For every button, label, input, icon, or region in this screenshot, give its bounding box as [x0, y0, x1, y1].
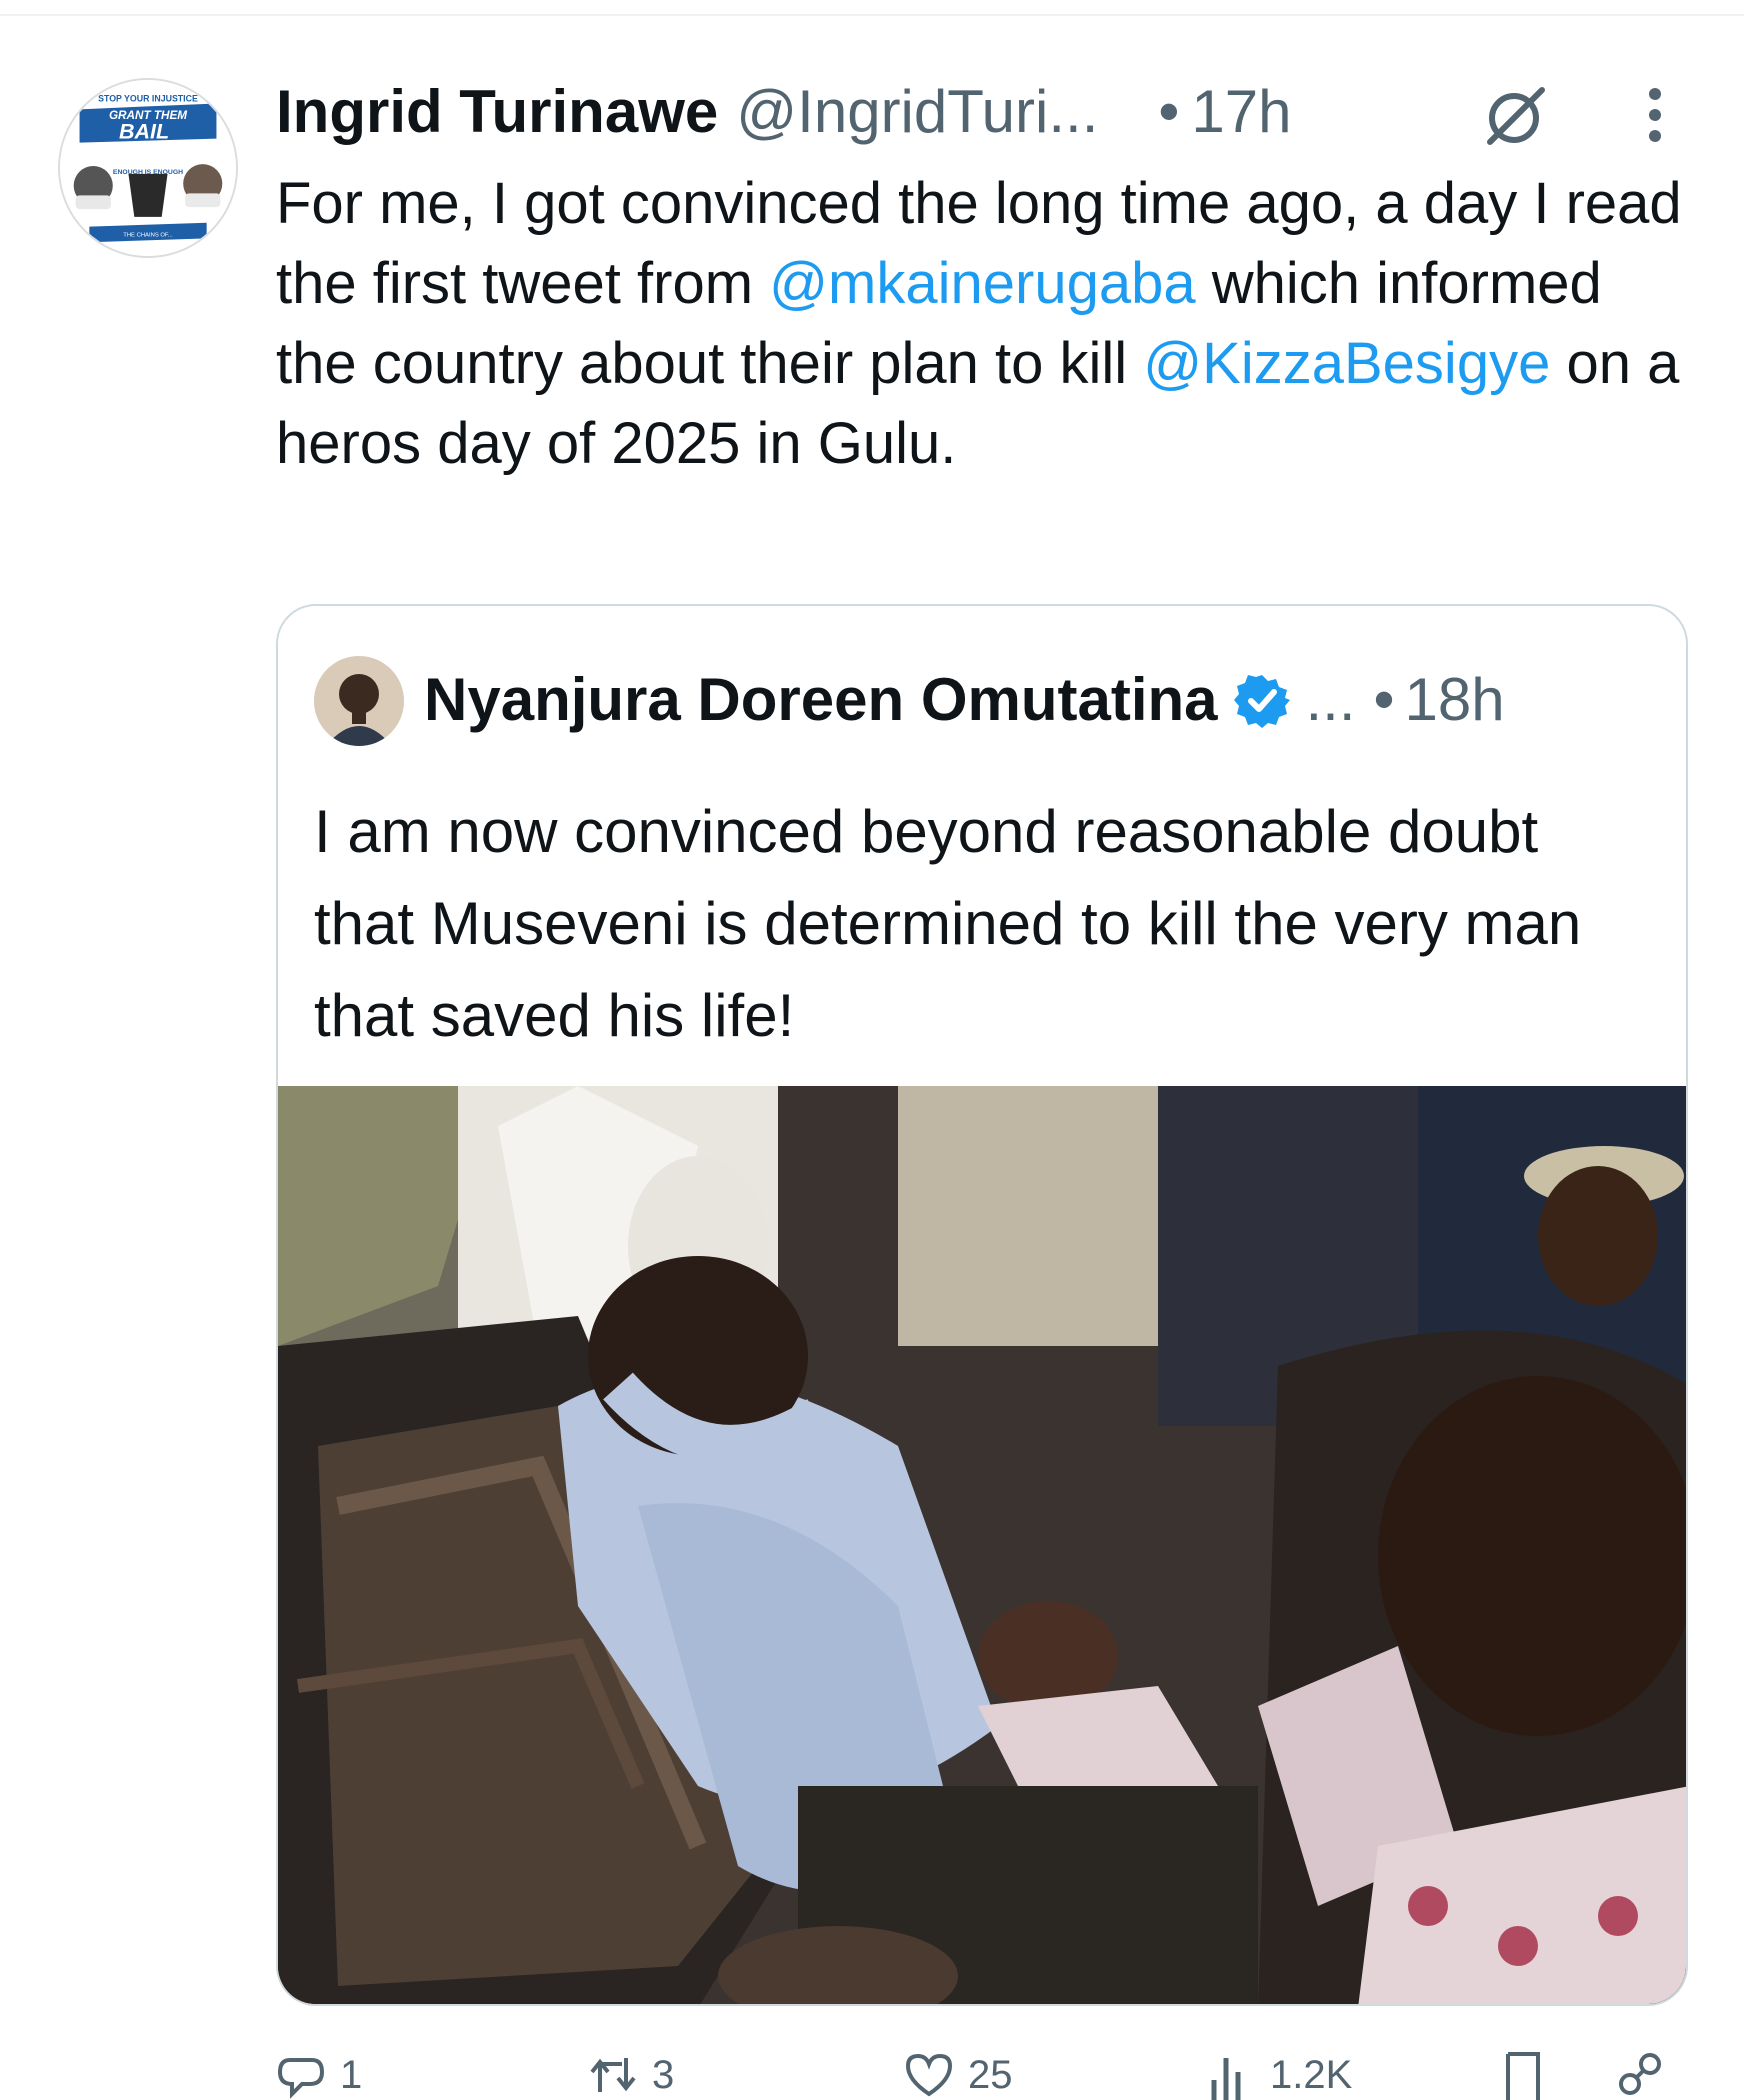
reply-icon — [277, 2058, 325, 2099]
verified-badge-icon — [1233, 675, 1290, 728]
retweet-count: 3 — [652, 2053, 675, 2097]
tweet-timestamp[interactable]: 17h — [1191, 72, 1291, 152]
header-separator: • — [1158, 78, 1180, 145]
photo-image — [278, 1086, 1686, 2004]
views-count: 1.2K — [1270, 2053, 1353, 2097]
share-button[interactable] — [1616, 2050, 1680, 2100]
like-count: 25 — [968, 2053, 1013, 2097]
retweet-icon — [590, 2058, 636, 2092]
avatar-text-line2: BAIL — [119, 120, 169, 144]
author-display-name[interactable]: Ingrid Turinawe — [276, 72, 718, 152]
bookmark-icon — [1506, 2052, 1540, 2100]
avatar-text-middle: ENOUGH IS ENOUGH — [113, 169, 183, 176]
author-avatar-image: STOP YOUR INJUSTICE GRANT THEM BAIL ENOU… — [60, 80, 236, 256]
tweet-header: Ingrid Turinawe @IngridTuri... • 17h — [276, 72, 1291, 152]
quoted-tweet-timestamp[interactable]: 18h — [1405, 658, 1505, 742]
grok-icon[interactable] — [1476, 80, 1556, 150]
share-icon — [1619, 2053, 1661, 2095]
author-handle[interactable]: @IngridTuri... — [736, 72, 1098, 152]
quoted-author-avatar-image — [314, 656, 404, 746]
quoted-tweet-photo[interactable] — [278, 1086, 1686, 2004]
views-button[interactable]: 1.2K — [1206, 2050, 1352, 2100]
more-icon[interactable] — [1630, 80, 1680, 150]
avatar-text-top: STOP YOUR INJUSTICE — [98, 94, 198, 104]
mention-link[interactable]: @mkainerugaba — [769, 251, 1195, 316]
tweet[interactable]: STOP YOUR INJUSTICE GRANT THEM BAIL ENOU… — [0, 0, 1744, 2100]
retweet-button[interactable]: 3 — [588, 2050, 674, 2100]
like-button[interactable]: 25 — [904, 2050, 1013, 2100]
bookmark-button[interactable] — [1498, 2050, 1562, 2100]
quoted-handle-truncated: ... — [1305, 666, 1356, 733]
views-icon — [1211, 2058, 1241, 2100]
reply-button[interactable]: 1 — [276, 2050, 362, 2100]
quoted-author-display-name[interactable]: Nyanjura Doreen Omutatina — [424, 658, 1218, 742]
tweet-action-bar: 1 3 25 1.2K — [276, 2050, 1696, 2100]
quoted-author-avatar[interactable] — [314, 656, 404, 746]
quoted-header-separator: • — [1373, 666, 1395, 733]
mention-link[interactable]: @KizzaBesigye — [1143, 331, 1550, 396]
reply-count: 1 — [340, 2053, 363, 2097]
author-avatar[interactable]: STOP YOUR INJUSTICE GRANT THEM BAIL ENOU… — [58, 78, 238, 258]
heart-icon — [905, 2053, 953, 2097]
tweet-text: For me, I got convinced the long time ag… — [276, 164, 1696, 484]
quoted-tweet-text: I am now convinced beyond reasonable dou… — [314, 798, 1582, 1049]
quoted-tweet-header: Nyanjura Doreen Omutatina ... • 18h — [424, 658, 1505, 742]
quoted-tweet-card[interactable]: Nyanjura Doreen Omutatina ... • 18h I am… — [276, 604, 1688, 2006]
avatar-text-bottom: THE CHAINS OF... — [123, 232, 173, 238]
